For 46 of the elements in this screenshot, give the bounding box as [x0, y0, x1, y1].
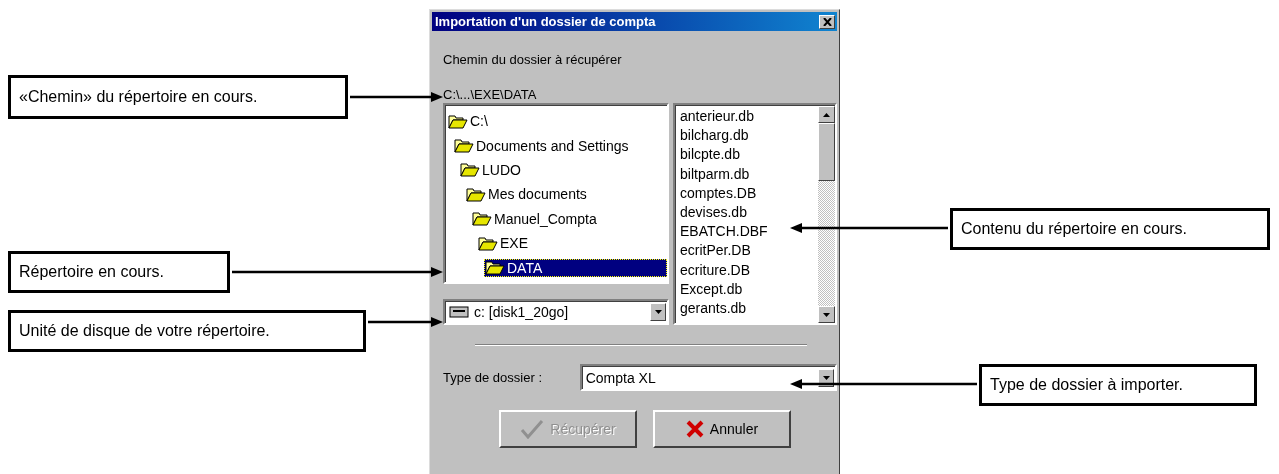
file-item[interactable]: anterieur.db — [680, 107, 818, 127]
file-item[interactable]: Except.db — [680, 279, 818, 299]
folder-icon — [454, 138, 474, 154]
file-item[interactable]: EBATCH.DBF — [680, 222, 818, 242]
folder-item[interactable]: LUDO — [460, 161, 527, 178]
folder-type-label: Type de dossier : — [443, 370, 543, 385]
file-item[interactable]: bilcharg.db — [680, 126, 818, 146]
callout-label: Unité de disque de votre répertoire. — [8, 310, 366, 352]
scroll-down-icon[interactable] — [818, 306, 835, 323]
callout-label: «Chemin» du répertoire en cours. — [8, 75, 348, 119]
drive-dropdown[interactable]: c: [disk1_20go] — [443, 299, 669, 325]
close-button[interactable] — [819, 14, 835, 29]
folder-icon — [478, 235, 498, 251]
callout-label: Répertoire en cours. — [8, 251, 230, 293]
folder-item[interactable]: C:\ — [448, 113, 494, 130]
file-item[interactable]: ecriture.DB — [680, 260, 818, 280]
folder-icon — [485, 260, 505, 276]
file-item[interactable]: ecritPer.DB — [680, 241, 818, 261]
close-icon — [822, 17, 832, 26]
folder-icon — [448, 113, 468, 129]
file-item[interactable]: biltparm.db — [680, 164, 818, 184]
scrollbar[interactable] — [818, 106, 835, 323]
current-path: C:\...\EXE\DATA — [443, 87, 538, 103]
file-item[interactable]: devises.db — [680, 202, 818, 223]
folder-icon — [466, 186, 486, 202]
path-label: Chemin du dossier à récupérer — [443, 52, 623, 69]
callout-label: Type de dossier à importer. — [979, 364, 1257, 406]
drive-icon — [449, 306, 469, 318]
file-item[interactable]: bilcpte.db — [680, 145, 818, 165]
cancel-button[interactable]: Annuler — [653, 410, 791, 448]
file-item[interactable]: comptes.DB — [680, 183, 818, 203]
cross-icon — [685, 420, 704, 438]
scroll-thumb[interactable] — [818, 123, 835, 181]
folder-type-dropdown[interactable]: Compta XL — [579, 364, 837, 391]
folder-item[interactable]: DATA — [484, 258, 667, 277]
folder-item[interactable]: Mes documents — [466, 186, 593, 203]
folder-icon — [472, 211, 492, 227]
folder-icon — [460, 162, 480, 178]
folder-item[interactable]: Documents and Settings — [454, 137, 635, 154]
file-item[interactable]: gerants.db — [680, 298, 818, 319]
scroll-up-icon[interactable] — [818, 106, 835, 123]
window-title: Importation d'un dossier de compta — [435, 14, 656, 29]
checkmark-icon — [520, 419, 545, 439]
folder-item[interactable]: EXE — [478, 235, 534, 252]
folder-item[interactable]: Manuel_Compta — [472, 210, 603, 227]
callout-label: Contenu du répertoire en cours. — [950, 208, 1270, 250]
